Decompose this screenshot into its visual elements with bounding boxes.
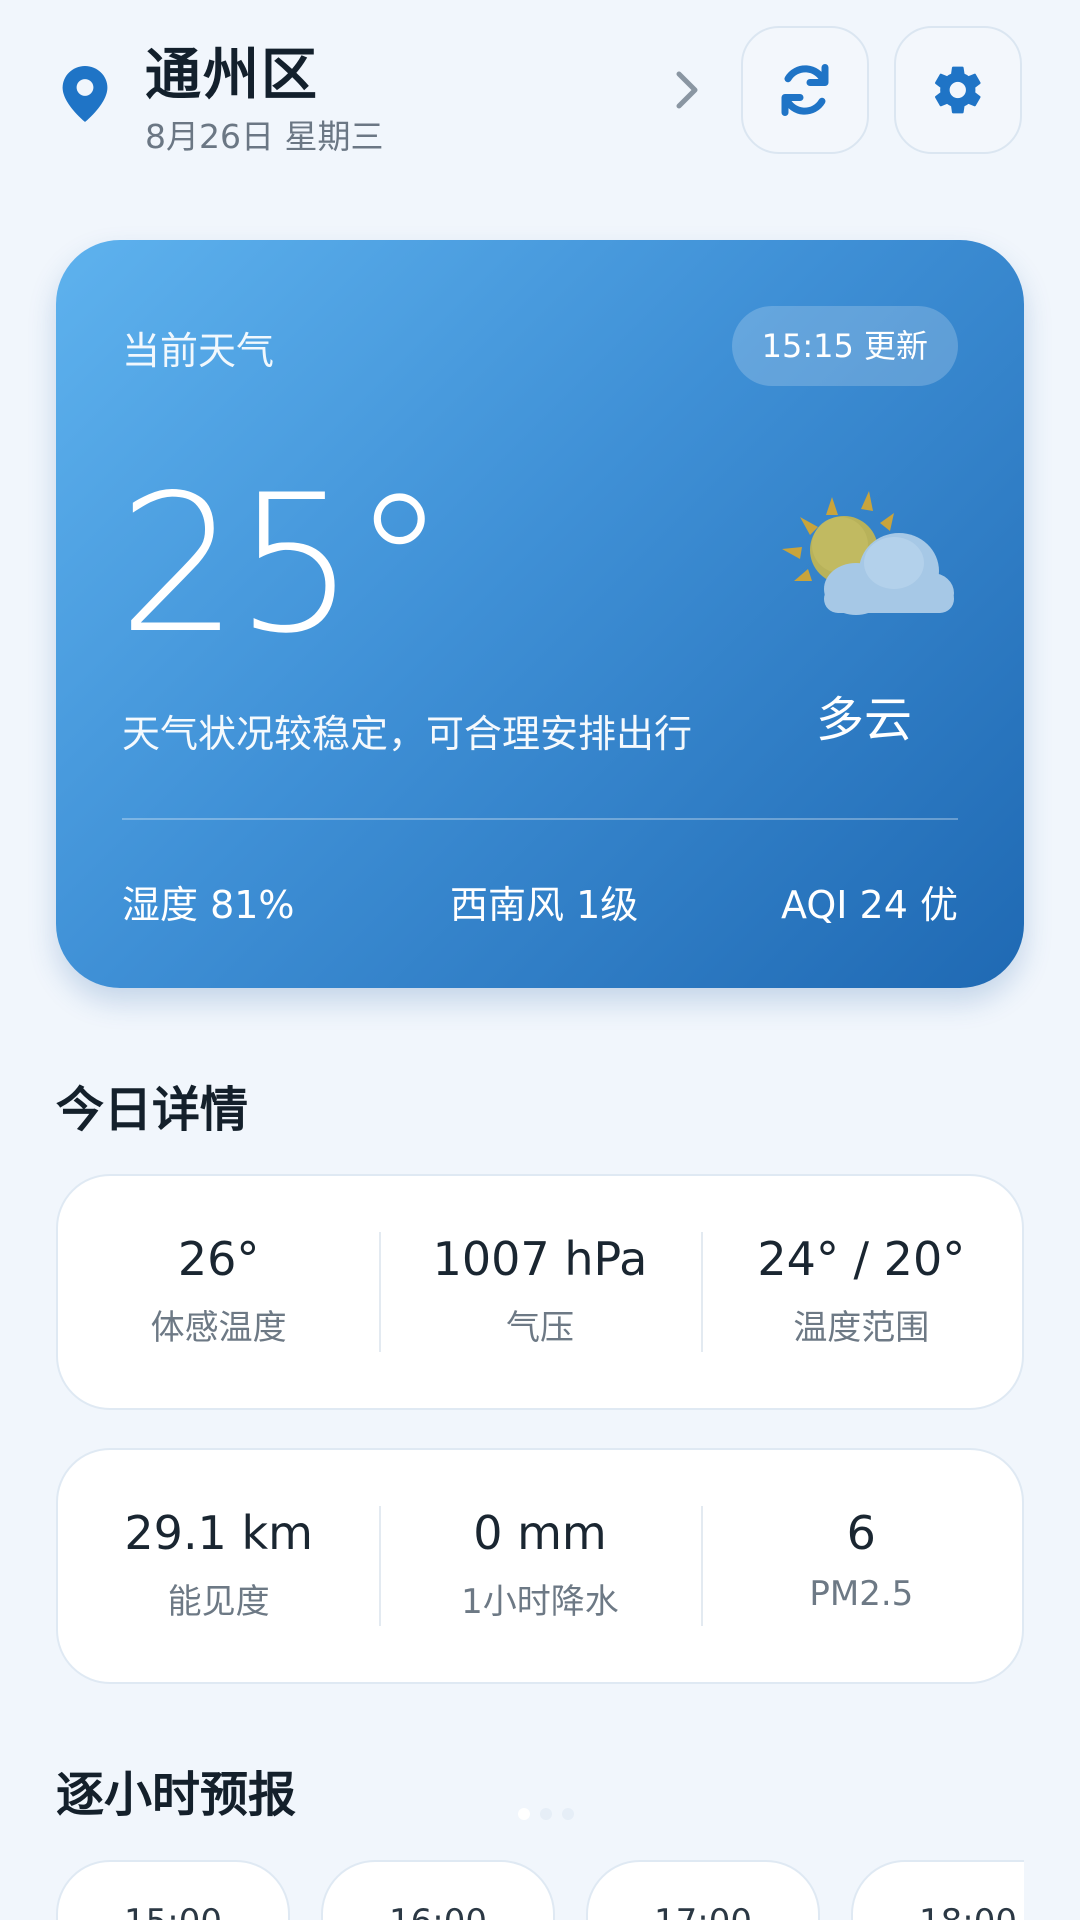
hourly-time: 15:00 (124, 1902, 222, 1920)
current-date: 8月26日 星期三 (145, 117, 384, 156)
partly-cloudy-icon (782, 491, 954, 615)
refresh-icon (781, 64, 829, 116)
precipitation-value: 0 mm (473, 1506, 607, 1560)
humidity-stat: 湿度 81% (122, 883, 295, 927)
pressure-label: 气压 (505, 1308, 574, 1348)
pm25-value: 6 (846, 1506, 876, 1560)
page-dot[interactable] (540, 1808, 552, 1820)
temp-range-value: 24° / 20° (757, 1232, 966, 1286)
hourly-card[interactable]: 17:00 (586, 1860, 820, 1920)
location-name[interactable]: 通州区 (145, 30, 319, 111)
weather-page: 通州区 8月26日 星期三 当前天气 15:15 更新 25° 多云 天气状况较… (0, 0, 1080, 1920)
visibility-cell: 29.1 km 能见度 (58, 1506, 379, 1626)
current-temperature: 25° (118, 454, 447, 675)
settings-button[interactable] (894, 26, 1022, 154)
temp-range-label: 温度范围 (793, 1308, 930, 1348)
feels-like-label: 体感温度 (150, 1308, 287, 1348)
refresh-button[interactable] (741, 26, 869, 154)
update-time-badge: 15:15 更新 (731, 306, 958, 386)
pm25-cell: 6 PM2.5 (700, 1506, 1022, 1626)
page-dot[interactable] (518, 1808, 530, 1820)
precipitation-label: 1小时降水 (461, 1582, 619, 1622)
gear-icon (935, 66, 981, 114)
pressure-value: 1007 hPa (432, 1232, 648, 1286)
precipitation-cell: 0 mm 1小时降水 (379, 1506, 700, 1626)
hourly-forecast-title: 逐小时预报 (56, 1767, 297, 1823)
card-divider (122, 818, 958, 820)
page-dot[interactable] (562, 1808, 574, 1820)
hourly-time: 17:00 (654, 1902, 752, 1920)
weather-condition: 多云 (816, 692, 913, 748)
hourly-time: 18:00 (919, 1902, 1017, 1920)
current-weather-label: 当前天气 (122, 329, 275, 373)
current-weather-card[interactable]: 当前天气 15:15 更新 25° 多云 天气状况较稳定，可合理安排出行 湿度 … (56, 240, 1024, 988)
visibility-label: 能见度 (167, 1582, 270, 1622)
hourly-forecast-list[interactable]: 15:00 16:00 17:00 18:00 (56, 1860, 1024, 1920)
location-pin-icon (62, 66, 108, 122)
details-row-1: 26° 体感温度 1007 hPa 气压 24° / 20° 温度范围 (56, 1174, 1024, 1410)
pm25-label: PM2.5 (809, 1574, 914, 1614)
wind-stat: 西南风 1级 (450, 883, 639, 927)
details-row-2: 29.1 km 能见度 0 mm 1小时降水 6 PM2.5 (56, 1448, 1024, 1684)
hourly-time: 16:00 (389, 1902, 487, 1920)
chevron-right-icon[interactable] (672, 70, 702, 110)
weather-tip: 天气状况较稳定，可合理安排出行 (122, 712, 693, 756)
today-details-title: 今日详情 (56, 1082, 249, 1138)
hourly-card[interactable]: 15:00 (56, 1860, 290, 1920)
hourly-card[interactable]: 18:00 (851, 1860, 1024, 1920)
feels-like-cell: 26° 体感温度 (58, 1232, 379, 1352)
feels-like-value: 26° (177, 1232, 260, 1286)
page-indicator (518, 1808, 574, 1820)
visibility-value: 29.1 km (124, 1506, 313, 1560)
temp-range-cell: 24° / 20° 温度范围 (700, 1232, 1022, 1352)
pressure-cell: 1007 hPa 气压 (379, 1232, 700, 1352)
hourly-card[interactable]: 16:00 (321, 1860, 555, 1920)
aqi-stat: AQI 24 优 (781, 883, 958, 927)
